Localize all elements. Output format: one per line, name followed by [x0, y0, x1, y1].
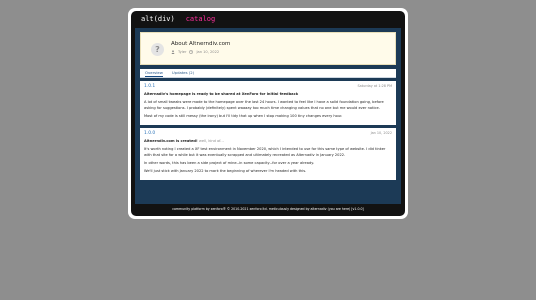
- post-headline-text: Altnerndiv.com is created!: [144, 139, 198, 144]
- resource-avatar[interactable]: ?: [151, 43, 164, 56]
- top-navigation: alt(div) catalog: [131, 11, 405, 27]
- post-paragraph: Most of my code is still messy (the iron…: [144, 113, 343, 118]
- update-post-2: 1.0.0 Jan 10, 2022 Altnerndiv.com is cre…: [140, 128, 396, 181]
- resource-tabs: Overview Updates (2): [140, 69, 396, 78]
- site-logo[interactable]: alt(div): [141, 15, 175, 23]
- site-footer: community platform by xenforo® © 2010-20…: [172, 207, 364, 211]
- post-paragraph: In other words, this has been a side pro…: [144, 160, 314, 165]
- post-version[interactable]: 1.0.0: [144, 131, 155, 136]
- tab-overview[interactable]: Overview: [145, 69, 163, 77]
- clock-icon: [189, 50, 194, 55]
- post-paragraph: We'll just stick with January 2022 to ma…: [144, 169, 307, 174]
- post-paragraph: A lot of small tweaks were made to the h…: [144, 100, 384, 110]
- post-headline: Alternadiv's homepage is ready to be sha…: [144, 92, 299, 97]
- post-headline: Altnerndiv.com is created! well, kind of…: [144, 139, 392, 144]
- nav-link-catalog[interactable]: catalog: [186, 15, 216, 23]
- post-paragraph: It's worth noting I created a XF test en…: [144, 147, 386, 157]
- site-frame: alt(div) catalog ? About Altnerndiv.com …: [128, 8, 408, 219]
- post-date: Saturday at 1:28 PM: [357, 84, 392, 88]
- update-post-1: 1.0.1 Saturday at 1:28 PM Alternadiv's h…: [140, 81, 396, 126]
- resource-author[interactable]: Tyler: [178, 50, 186, 55]
- post-version[interactable]: 1.0.1: [144, 84, 155, 89]
- tab-updates[interactable]: Updates (2): [172, 69, 194, 77]
- main-content: ? About Altnerndiv.com Tyler Jan 10, 202…: [135, 28, 401, 204]
- post-headline-note: well, kind of...: [198, 139, 224, 144]
- resource-meta: Tyler Jan 10, 2022: [171, 50, 219, 55]
- site-container: alt(div) catalog ? About Altnerndiv.com …: [131, 11, 405, 216]
- post-date: Jan 10, 2022: [370, 131, 392, 136]
- resource-title: About Altnerndiv.com: [171, 41, 231, 47]
- user-icon: [171, 50, 175, 55]
- resource-header: ? About Altnerndiv.com Tyler Jan 10, 202…: [140, 32, 396, 65]
- resource-date: Jan 10, 2022: [196, 50, 220, 54]
